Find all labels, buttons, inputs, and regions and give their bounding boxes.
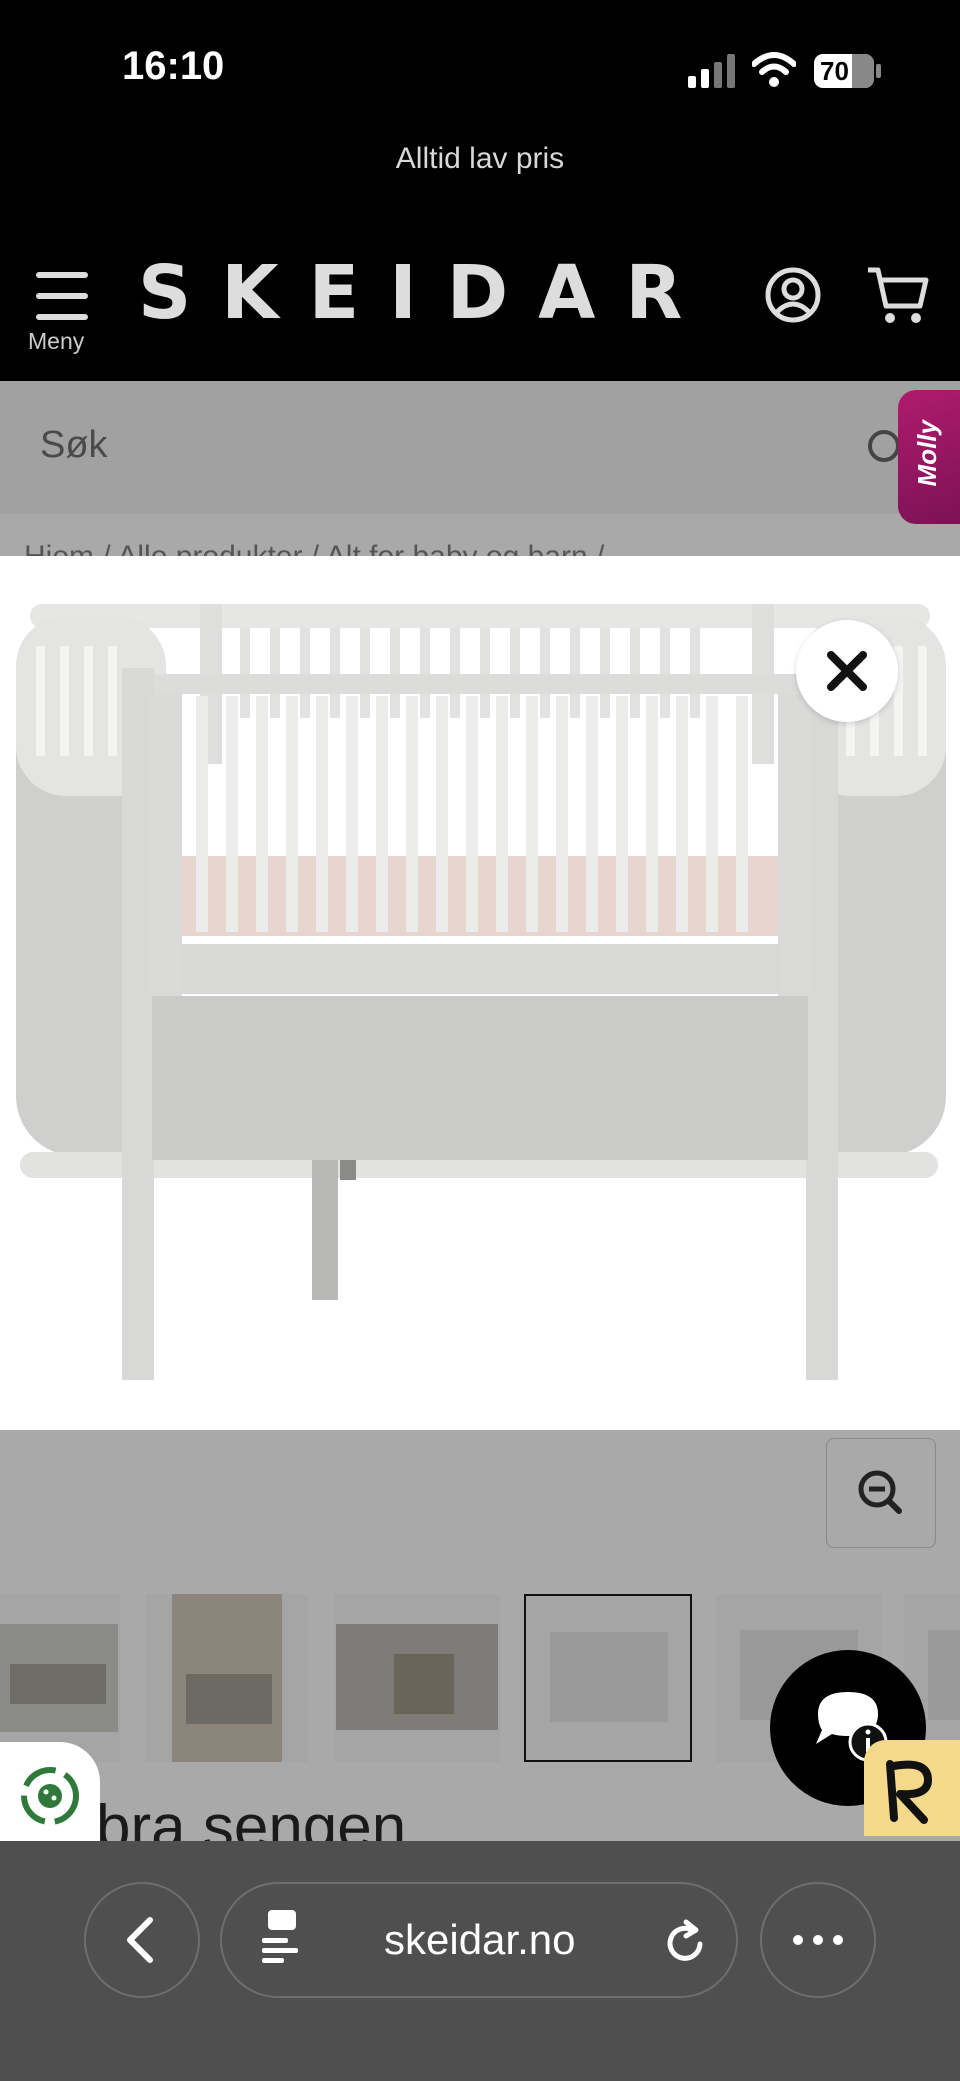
more-dots-icon bbox=[793, 1935, 843, 1945]
account-icon[interactable] bbox=[764, 266, 822, 324]
r-badge-button[interactable] bbox=[864, 1740, 960, 1836]
recycle-icon bbox=[21, 1767, 79, 1825]
molly-label: Molly bbox=[912, 420, 942, 487]
eco-button[interactable] bbox=[0, 1742, 100, 1842]
zoom-out-button[interactable] bbox=[826, 1438, 936, 1548]
status-time: 16:10 bbox=[122, 44, 225, 88]
url-text[interactable]: skeidar.no bbox=[384, 1916, 575, 1964]
close-button[interactable] bbox=[796, 620, 898, 722]
product-title-clip: bra sengen bbox=[96, 1792, 796, 1841]
site-logo[interactable]: SKEIDAR bbox=[138, 250, 712, 336]
battery-level: 70 bbox=[820, 56, 849, 86]
chevron-left-icon bbox=[127, 1917, 153, 1963]
battery-tip bbox=[876, 64, 881, 78]
more-button[interactable] bbox=[760, 1882, 876, 1998]
menu-label[interactable]: Meny bbox=[28, 328, 84, 355]
molly-chat-tab[interactable]: Molly bbox=[898, 390, 960, 524]
thumbnail-1[interactable] bbox=[0, 1594, 120, 1762]
product-title: bra sengen bbox=[96, 1793, 407, 1841]
r-logo-icon bbox=[886, 1760, 932, 1824]
back-button[interactable] bbox=[84, 1882, 200, 1998]
page-settings-icon[interactable] bbox=[258, 1908, 302, 1966]
promo-text[interactable]: Alltid lav pris bbox=[0, 142, 960, 176]
reload-icon[interactable] bbox=[662, 1916, 710, 1966]
hamburger-icon bbox=[36, 272, 88, 320]
signal-icon bbox=[688, 54, 735, 88]
thumbnail-2[interactable] bbox=[146, 1594, 308, 1762]
thumbnail-4-selected[interactable] bbox=[524, 1594, 692, 1762]
menu-button[interactable] bbox=[30, 268, 94, 324]
battery-icon: 70 bbox=[814, 54, 874, 88]
search-icon[interactable] bbox=[866, 428, 902, 468]
thumbnail-3[interactable] bbox=[334, 1594, 500, 1762]
cart-icon[interactable] bbox=[866, 264, 930, 326]
zoom-out-icon bbox=[858, 1470, 902, 1514]
close-icon bbox=[827, 651, 867, 691]
search-placeholder: Søk bbox=[40, 424, 108, 466]
wifi-icon bbox=[752, 52, 796, 87]
search-input[interactable] bbox=[0, 381, 960, 514]
